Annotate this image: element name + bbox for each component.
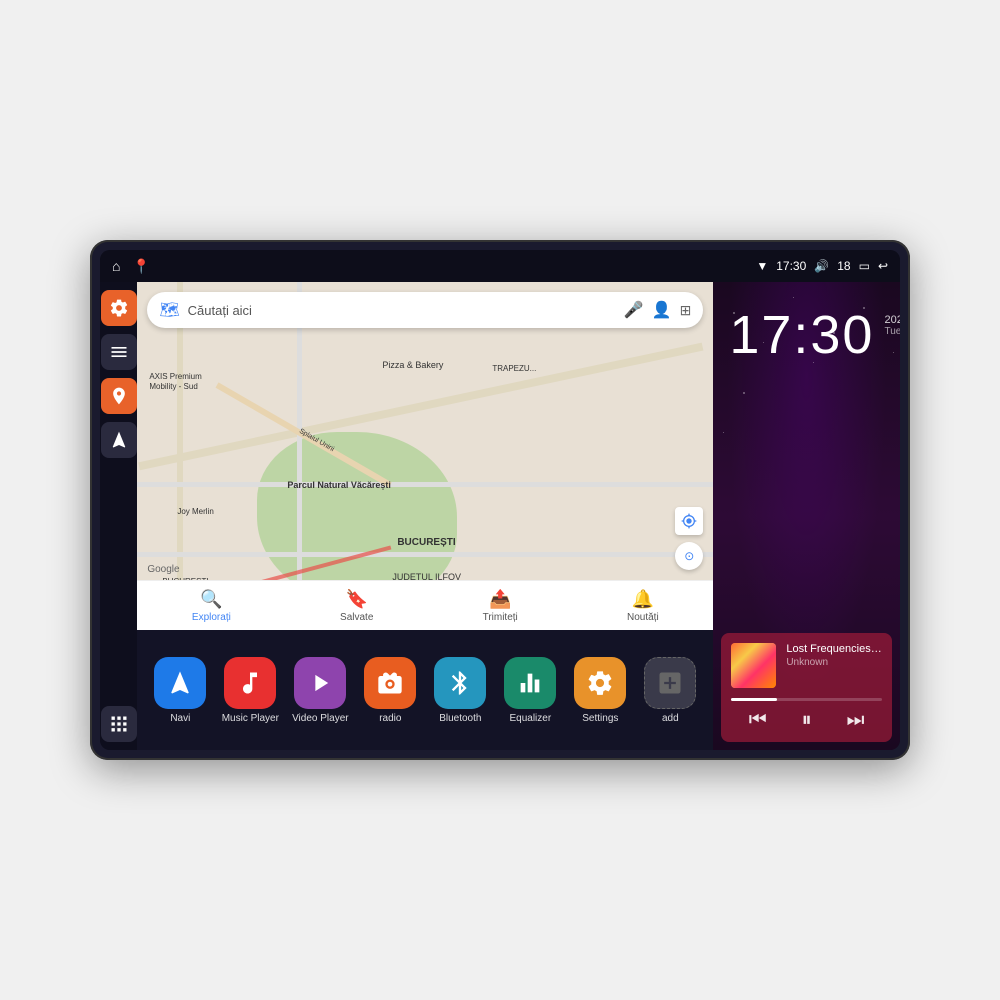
map-label-trapez: TRAPEZU...: [492, 364, 536, 373]
news-label: Noutăți: [627, 612, 659, 623]
screen: ⌂ 📍 ▼ 17:30 🔊 18 ▭ ↩: [100, 250, 900, 750]
layers-icon[interactable]: ⊞: [680, 302, 692, 319]
settings-icon-bg: [574, 657, 626, 709]
clock-day: Tuesday: [884, 326, 900, 337]
news-icon: 🔔: [632, 589, 654, 610]
clock-date-display: 2023/12/12 Tuesday: [884, 306, 900, 337]
explore-label: Explorați: [192, 612, 231, 623]
radio-label: radio: [379, 713, 401, 724]
wifi-icon: ▼: [756, 259, 768, 273]
status-time: 17:30: [776, 259, 806, 273]
map-label-axis2: Mobility - Sud: [149, 382, 197, 391]
music-title: Lost Frequencies_Janie...: [786, 643, 882, 655]
status-left: ⌂ 📍: [112, 258, 150, 275]
battery-icon: ▭: [859, 259, 870, 273]
bluetooth-icon-bg: [434, 657, 486, 709]
clock-time-display: 17:30: [729, 306, 874, 365]
sidebar-apps[interactable]: [101, 706, 137, 742]
map-label-parcul: Parcul Natural Văcărești: [287, 480, 391, 490]
music-player: Lost Frequencies_Janie... Unknown ⏮ ⏸ ⏭: [721, 633, 892, 742]
navi-label: Navi: [170, 713, 190, 724]
map-label-pizza: Pizza & Bakery: [382, 360, 443, 370]
clock-date: 2023/12/12: [884, 314, 900, 326]
equalizer-icon-bg: [504, 657, 556, 709]
album-art: [731, 643, 776, 688]
road-horizontal-2: [137, 482, 713, 487]
sidebar-settings[interactable]: [101, 290, 137, 326]
road-vertical-2: [297, 282, 302, 630]
voice-search-icon[interactable]: 🎤: [624, 300, 644, 320]
sidebar-navigation[interactable]: [101, 422, 137, 458]
navi-icon: [154, 657, 206, 709]
app-video[interactable]: Video Player: [285, 657, 355, 724]
send-icon: 📤: [489, 589, 511, 610]
map-search-bar[interactable]: 🗺 Căutați aici 🎤 👤 ⊞: [147, 292, 703, 328]
sidebar: [100, 282, 137, 750]
prev-button[interactable]: ⏮: [749, 709, 767, 732]
app-grid: Navi Music Player Video Player: [137, 630, 713, 750]
sidebar-files[interactable]: [101, 334, 137, 370]
music-info: Lost Frequencies_Janie... Unknown: [731, 643, 882, 688]
next-button[interactable]: ⏭: [847, 709, 865, 732]
video-label: Video Player: [292, 713, 349, 724]
map-label-axis: AXIS Premium: [149, 372, 201, 381]
app-equalizer[interactable]: Equalizer: [495, 657, 565, 724]
music-progress-fill: [731, 698, 776, 701]
music-label: Music Player: [222, 713, 279, 724]
video-icon: [294, 657, 346, 709]
sidebar-maps[interactable]: [101, 378, 137, 414]
music-controls: ⏮ ⏸ ⏭: [731, 709, 882, 732]
my-location-button[interactable]: [675, 507, 703, 535]
google-maps-icon: 🗺: [159, 300, 179, 320]
app-music[interactable]: Music Player: [215, 657, 285, 724]
app-settings[interactable]: Settings: [565, 657, 635, 724]
map-nav-explore[interactable]: 🔍 Explorați: [192, 589, 231, 623]
app-add[interactable]: add: [635, 657, 705, 724]
album-art-inner: [731, 643, 776, 688]
settings-label: Settings: [582, 713, 618, 724]
map-label-merlin: Joy Merlin: [177, 507, 213, 516]
map-bottom-nav: 🔍 Explorați 🔖 Salvate 📤 Trimiteți �: [137, 580, 713, 630]
pause-button[interactable]: ⏸: [802, 709, 812, 732]
map-nav-send[interactable]: 📤 Trimiteți: [483, 589, 518, 623]
right-panel: 17:30 2023/12/12 Tuesday: [713, 282, 900, 750]
music-artist: Unknown: [786, 657, 882, 668]
google-logo: Google: [147, 564, 179, 575]
app-navi[interactable]: Navi: [145, 657, 215, 724]
map-label-buc: BUCUREȘTI: [397, 537, 455, 548]
app-radio[interactable]: radio: [355, 657, 425, 724]
app-bluetooth[interactable]: Bluetooth: [425, 657, 495, 724]
music-icon: [224, 657, 276, 709]
volume-icon: 🔊: [814, 259, 829, 273]
map-search-text: Căutați aici: [188, 303, 616, 318]
clock-section: 17:30 2023/12/12 Tuesday: [713, 282, 900, 625]
add-icon-bg: [644, 657, 696, 709]
bluetooth-label: Bluetooth: [439, 713, 481, 724]
battery-level: 18: [837, 259, 850, 273]
status-bar: ⌂ 📍 ▼ 17:30 🔊 18 ▭ ↩: [100, 250, 900, 282]
music-progress-bar[interactable]: [731, 698, 882, 701]
map-nav-saved[interactable]: 🔖 Salvate: [340, 589, 373, 623]
radio-icon: [364, 657, 416, 709]
equalizer-label: Equalizer: [509, 713, 551, 724]
saved-label: Salvate: [340, 612, 373, 623]
main-content: AXIS Premium Mobility - Sud Pizza & Bake…: [100, 282, 900, 750]
music-text: Lost Frequencies_Janie... Unknown: [786, 643, 882, 668]
status-right: ▼ 17:30 🔊 18 ▭ ↩: [756, 259, 888, 273]
center-area: AXIS Premium Mobility - Sud Pizza & Bake…: [137, 282, 713, 750]
send-label: Trimiteți: [483, 612, 518, 623]
home-icon[interactable]: ⌂: [112, 258, 120, 274]
saved-icon: 🔖: [346, 589, 368, 610]
account-icon[interactable]: 👤: [652, 300, 672, 320]
back-icon[interactable]: ↩: [878, 259, 888, 273]
map-area: AXIS Premium Mobility - Sud Pizza & Bake…: [137, 282, 713, 630]
road-horizontal-3: [137, 552, 713, 557]
add-label: add: [662, 713, 679, 724]
device: ⌂ 📍 ▼ 17:30 🔊 18 ▭ ↩: [90, 240, 910, 760]
maps-status-icon[interactable]: 📍: [132, 258, 149, 275]
explore-icon: 🔍: [200, 589, 222, 610]
map-nav-news[interactable]: 🔔 Noutăți: [627, 589, 659, 623]
